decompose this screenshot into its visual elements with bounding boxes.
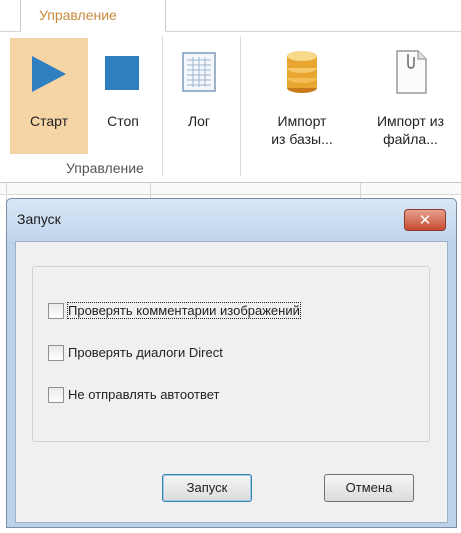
import-db-label-line2: из базы...: [271, 131, 333, 147]
ribbon-body: Старт Стоп Лог Импорт из базы... Импорт …: [0, 32, 461, 182]
stop-button[interactable]: Стоп: [92, 38, 154, 154]
launch-button[interactable]: Запуск: [162, 474, 252, 502]
checkbox-check-direct-dialogs[interactable]: [48, 345, 64, 361]
tab-management[interactable]: Управление: [20, 0, 166, 32]
start-button[interactable]: Старт: [10, 38, 88, 154]
database-icon: [287, 51, 317, 93]
dialog-titlebar[interactable]: Запуск ✕: [7, 199, 456, 241]
option-label: Не отправлять автоответ: [68, 387, 220, 402]
log-button[interactable]: Лог: [170, 38, 228, 154]
import-file-label: Импорт из файла...: [360, 112, 461, 148]
log-button-label: Лог: [187, 113, 211, 129]
import-db-label-line1: Импорт: [277, 113, 327, 129]
dialog-client-area: Проверять комментарии изображений Провер…: [15, 241, 448, 523]
ribbon-tabbar: Управление: [0, 0, 461, 32]
import-db-button[interactable]: Импорт из базы...: [254, 38, 350, 154]
grid-header-strip: [0, 183, 461, 195]
checkbox-no-autoreply[interactable]: [48, 387, 64, 403]
log-icon: [182, 52, 216, 92]
stop-button-label: Стоп: [107, 113, 139, 129]
close-icon: ✕: [418, 211, 432, 229]
import-file-label-line2: файла...: [383, 131, 438, 147]
ribbon-separator: [240, 36, 241, 176]
launch-dialog: Запуск ✕ Проверять комментарии изображен…: [6, 198, 457, 528]
import-db-label: Импорт из базы...: [254, 112, 350, 148]
start-button-label: Старт: [29, 113, 69, 129]
option-label: Проверять диалоги Direct: [68, 345, 223, 360]
ribbon-group-label: Управление: [66, 160, 144, 176]
file-icon: [396, 50, 427, 94]
import-file-label-line1: Импорт из: [376, 113, 445, 129]
dialog-title: Запуск: [17, 211, 61, 227]
stop-icon: [105, 56, 139, 90]
ribbon-separator: [162, 36, 163, 176]
option-label: Проверять комментарии изображений: [67, 302, 301, 319]
checkbox-check-image-comments[interactable]: [48, 303, 64, 319]
close-button[interactable]: ✕: [404, 209, 446, 231]
app-window: Управление Старт Стоп Лог Импорт из базы…: [0, 0, 461, 533]
cancel-button[interactable]: Отмена: [324, 474, 414, 502]
import-file-button[interactable]: Импорт из файла...: [360, 38, 461, 154]
play-icon: [32, 56, 66, 92]
